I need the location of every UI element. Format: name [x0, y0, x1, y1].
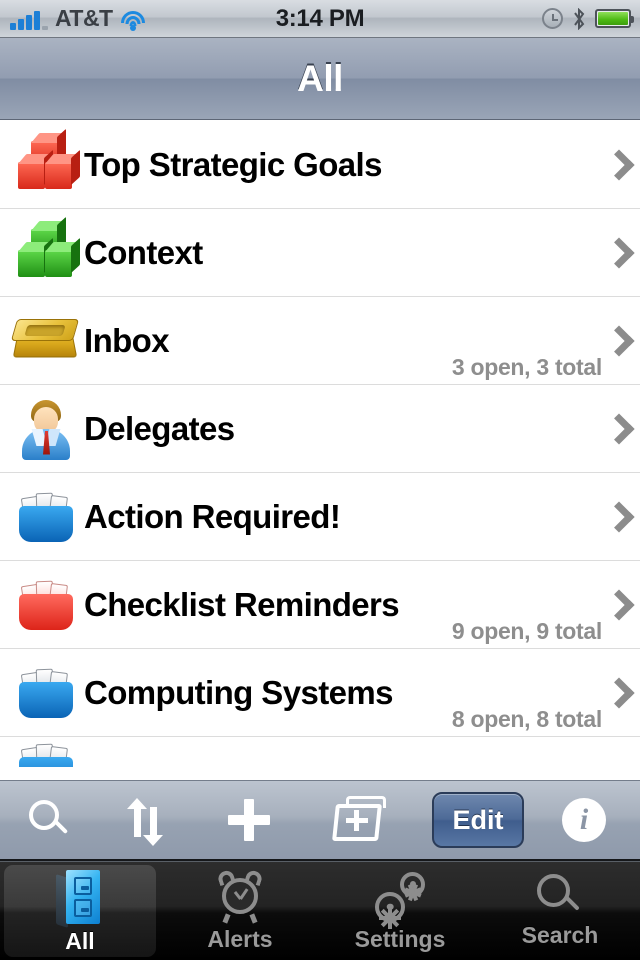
list-item[interactable]: Context [0, 209, 640, 297]
search-button[interactable] [0, 785, 98, 855]
search-icon [537, 873, 583, 920]
list-item-subtitle: 9 open, 9 total [451, 618, 602, 644]
edit-button-label: Edit [452, 804, 504, 835]
alarm-clock-icon [215, 868, 265, 924]
list-item[interactable]: Computing Systems 8 open, 8 total [0, 649, 640, 737]
tab-alerts[interactable]: Alerts [160, 862, 320, 960]
edit-button[interactable]: Edit [418, 785, 538, 855]
list-item-title: Inbox [84, 321, 170, 359]
list-view[interactable]: Top Strategic Goals Context Inbox 3 open… [0, 121, 640, 780]
person-businessman-icon [8, 394, 84, 464]
bluetooth-icon [572, 7, 586, 30]
list-item[interactable]: Inbox 3 open, 3 total [0, 297, 640, 385]
filing-cabinet-icon [56, 868, 104, 928]
page-title: All [297, 57, 343, 99]
blue-card-file-icon [8, 658, 84, 728]
tab-all-label: All [65, 927, 95, 954]
red-cubes-icon [8, 128, 84, 200]
tab-settings[interactable]: Settings [320, 862, 480, 960]
chevron-right-icon [608, 150, 626, 180]
sort-updown-icon [127, 798, 163, 846]
alarm-clock-icon [542, 8, 563, 29]
list-item[interactable]: Top Strategic Goals [0, 121, 640, 209]
gears-icon [373, 870, 427, 929]
list-item-title: Action Required! [84, 497, 341, 535]
navigation-bar: All [0, 38, 640, 120]
list-item[interactable]: Action Required! [0, 473, 640, 561]
list-item[interactable]: Delegates [0, 385, 640, 473]
list-item[interactable]: Checklist Reminders 9 open, 9 total [0, 561, 640, 649]
list-item-subtitle: 8 open, 8 total [451, 706, 602, 732]
plus-icon [228, 799, 270, 841]
new-folder-button[interactable] [304, 785, 418, 855]
add-button[interactable] [194, 785, 304, 855]
card-file-icon-partial [8, 739, 84, 767]
list-item-subtitle: 3 open, 3 total [451, 354, 602, 380]
tab-search[interactable]: Search [480, 862, 640, 960]
sort-button[interactable] [98, 785, 194, 855]
tab-all[interactable]: All [0, 862, 160, 960]
tab-settings-label: Settings [354, 925, 446, 952]
tab-search-label: Search [521, 921, 599, 948]
info-button[interactable]: i [538, 785, 630, 855]
info-icon: i [562, 798, 606, 842]
chevron-right-icon [608, 502, 626, 532]
status-bar: AT&T 3:14 PM [0, 0, 640, 38]
search-icon [29, 800, 69, 840]
tab-bar: All Alerts Settings Search [0, 861, 640, 960]
battery-icon [595, 9, 634, 28]
chevron-right-icon [608, 326, 626, 356]
blue-card-file-icon [8, 482, 84, 552]
list-item-title: Checklist Reminders [84, 585, 400, 623]
bottom-toolbar: Edit i [0, 780, 640, 861]
chevron-right-icon [608, 238, 626, 268]
list-item-title: Computing Systems [84, 673, 393, 711]
green-cubes-icon [8, 216, 84, 288]
tab-alerts-label: Alerts [207, 925, 273, 952]
chevron-right-icon [608, 414, 626, 444]
list-item-title: Top Strategic Goals [84, 145, 382, 183]
list-item-title: Delegates [84, 409, 235, 447]
list-item-title: Context [84, 233, 203, 271]
list-item[interactable] [0, 737, 640, 767]
chevron-right-icon [608, 678, 626, 708]
chevron-right-icon [608, 590, 626, 620]
new-folder-icon [332, 796, 390, 844]
red-card-file-icon [8, 570, 84, 640]
gold-inbox-tray-icon [8, 306, 84, 376]
